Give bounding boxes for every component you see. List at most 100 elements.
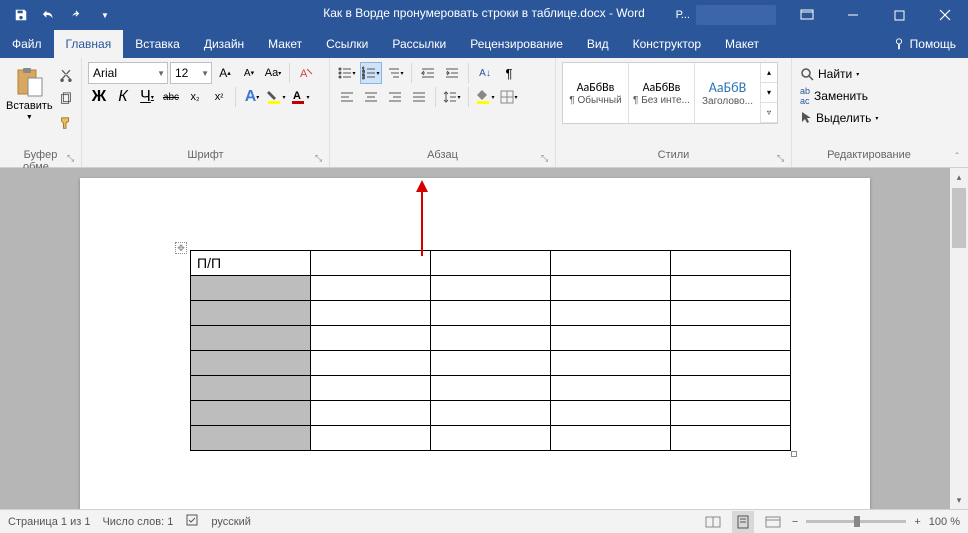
select-button[interactable]: Выделить▾ [798, 108, 880, 128]
style-normal[interactable]: АаБбВв ¶ Обычный [563, 63, 629, 123]
font-color-button[interactable]: A▾ [289, 86, 311, 108]
page-indicator[interactable]: Страница 1 из 1 [8, 516, 90, 528]
scroll-thumb[interactable] [952, 188, 966, 248]
scroll-up-button[interactable]: ▴ [950, 168, 968, 186]
tab-review[interactable]: Рецензирование [458, 30, 575, 58]
numbering-button[interactable]: 123▾ [360, 62, 382, 84]
font-name-combo[interactable]: Arial▼ [88, 62, 168, 84]
tab-mailings[interactable]: Рассылки [380, 30, 458, 58]
format-painter-button[interactable] [55, 112, 77, 134]
clipboard-group-label: Буфер обме... [6, 149, 75, 167]
zoom-in-button[interactable]: + [914, 516, 920, 528]
tell-me-search[interactable]: Помощь [880, 30, 968, 58]
ribbon-tabs: Файл Главная Вставка Дизайн Макет Ссылки… [0, 30, 968, 58]
style-no-spacing[interactable]: АаБбВв ¶ Без инте... [629, 63, 695, 123]
tab-file[interactable]: Файл [0, 30, 54, 58]
line-spacing-button[interactable]: ▾ [441, 86, 463, 108]
tab-design[interactable]: Дизайн [192, 30, 256, 58]
font-launcher[interactable]: ⤡ [315, 153, 327, 165]
align-right-button[interactable] [384, 86, 406, 108]
copy-button[interactable] [55, 88, 77, 110]
sort-button[interactable]: A↓ [474, 62, 496, 84]
document-page[interactable]: ✥ П/П [80, 178, 870, 509]
strikethrough-button[interactable]: abc [160, 86, 182, 108]
cut-button[interactable] [55, 64, 77, 86]
scroll-down-button[interactable]: ▾ [950, 491, 968, 509]
replace-button[interactable]: abac Заменить [798, 86, 880, 106]
zoom-level[interactable]: 100 % [929, 516, 960, 528]
align-left-button[interactable] [336, 86, 358, 108]
bold-button[interactable]: Ж [88, 86, 110, 108]
paste-button[interactable]: Вставить ▼ [6, 62, 53, 136]
user-badge[interactable] [696, 5, 776, 25]
subscript-button[interactable]: x₂ [184, 86, 206, 108]
table-row [191, 276, 791, 301]
redo-button[interactable] [64, 2, 90, 28]
underline-button[interactable]: Ч▾ [136, 86, 158, 108]
increase-indent-button[interactable] [441, 62, 463, 84]
table-row [191, 426, 791, 451]
paragraph-launcher[interactable]: ⤡ [541, 153, 553, 165]
table-header-cell[interactable]: П/П [191, 251, 311, 276]
document-area: ✥ П/П ▴ ▾ [0, 168, 968, 509]
tab-view[interactable]: Вид [575, 30, 621, 58]
tab-table-layout[interactable]: Макет [713, 30, 771, 58]
proofing-icon[interactable] [185, 513, 199, 530]
superscript-button[interactable]: x² [208, 86, 230, 108]
align-center-button[interactable] [360, 86, 382, 108]
vertical-scrollbar[interactable]: ▴ ▾ [950, 168, 968, 509]
font-size-combo[interactable]: 12▼ [170, 62, 212, 84]
styles-gallery[interactable]: АаБбВв ¶ Обычный АаБбВв ¶ Без инте... Аа… [562, 62, 778, 124]
tab-layout[interactable]: Макет [256, 30, 314, 58]
undo-button[interactable] [36, 2, 62, 28]
word-count[interactable]: Число слов: 1 [102, 516, 173, 528]
read-mode-button[interactable] [702, 511, 724, 533]
italic-button[interactable]: К [112, 86, 134, 108]
zoom-slider[interactable] [806, 520, 906, 523]
table-row [191, 301, 791, 326]
user-initial[interactable]: Р... [670, 9, 696, 21]
tab-home[interactable]: Главная [54, 30, 124, 58]
bullets-button[interactable]: ▾ [336, 62, 358, 84]
zoom-out-button[interactable]: − [792, 516, 798, 528]
clear-formatting-button[interactable]: A [295, 62, 317, 84]
clipboard-launcher[interactable]: ⤡ [67, 153, 79, 165]
minimize-button[interactable] [830, 0, 876, 30]
collapse-ribbon-button[interactable]: ˆ [946, 58, 968, 167]
table-row [191, 326, 791, 351]
svg-text:A: A [300, 68, 308, 80]
decrease-indent-button[interactable] [417, 62, 439, 84]
grow-font-button[interactable]: A▴ [214, 62, 236, 84]
highlight-button[interactable]: ▾ [265, 86, 287, 108]
gallery-down-button[interactable]: ▾ [761, 83, 777, 103]
language-indicator[interactable]: русский [211, 516, 250, 528]
save-button[interactable] [8, 2, 34, 28]
tab-insert[interactable]: Вставка [123, 30, 192, 58]
tab-references[interactable]: Ссылки [314, 30, 380, 58]
table-resize-handle[interactable] [791, 451, 797, 457]
table-move-handle[interactable]: ✥ [175, 242, 187, 254]
qat-customize-button[interactable]: ▼ [92, 2, 118, 28]
styles-launcher[interactable]: ⤡ [777, 153, 789, 165]
find-button[interactable]: Найти▾ [798, 64, 880, 84]
ribbon: Вставить ▼ Буфер обме... ⤡ Arial▼ 12▼ A▴… [0, 58, 968, 168]
style-heading1[interactable]: АаБбВ Заголово... [695, 63, 761, 123]
multilevel-list-button[interactable]: ▾ [384, 62, 406, 84]
gallery-more-button[interactable]: ▿ [761, 103, 777, 123]
shading-button[interactable]: ▾ [474, 86, 496, 108]
borders-button[interactable]: ▾ [498, 86, 520, 108]
print-layout-button[interactable] [732, 511, 754, 533]
change-case-button[interactable]: Aa▾ [262, 62, 284, 84]
gallery-up-button[interactable]: ▴ [761, 63, 777, 83]
shrink-font-button[interactable]: A▾ [238, 62, 260, 84]
justify-button[interactable] [408, 86, 430, 108]
table-row [191, 401, 791, 426]
close-button[interactable] [922, 0, 968, 30]
web-layout-button[interactable] [762, 511, 784, 533]
show-marks-button[interactable]: ¶ [498, 62, 520, 84]
maximize-button[interactable] [876, 0, 922, 30]
text-effects-button[interactable]: A▾ [241, 86, 263, 108]
tab-table-design[interactable]: Конструктор [621, 30, 713, 58]
ribbon-options-button[interactable] [784, 0, 830, 30]
document-table[interactable]: П/П [190, 250, 791, 451]
